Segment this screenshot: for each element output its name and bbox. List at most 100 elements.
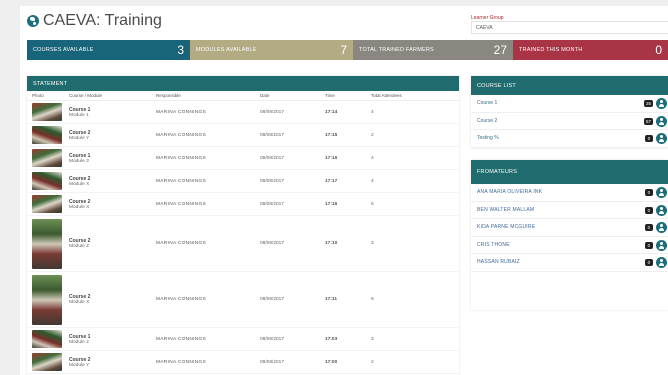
training-photo[interactable] <box>32 353 62 371</box>
user-icon[interactable] <box>656 239 667 251</box>
user-icon[interactable] <box>656 187 667 198</box>
count-badge: 0 <box>645 189 653 196</box>
table-row[interactable]: Course 2 Module X MARINA CONNINGS 08/08/2… <box>27 170 459 193</box>
table-row[interactable]: Course 2 Module Z MARINA CONNINGS 08/08/2… <box>27 216 459 272</box>
trainer-item[interactable]: HASSAN RUBAIZ 0 <box>471 254 668 272</box>
table-row[interactable]: Course 2 Module X MARINA CONNINGS 08/08/2… <box>27 272 459 328</box>
user-icon[interactable] <box>656 115 667 127</box>
stat-value: 27 <box>493 43 507 57</box>
training-photo[interactable] <box>32 103 62 121</box>
table-row[interactable]: Course 2 Module Y MARINA CONNINGS 08/08/2… <box>27 351 459 374</box>
stat-value: 7 <box>340 43 347 57</box>
session-date: 08/08/2017 <box>260 359 285 365</box>
session-date: 08/08/2017 <box>260 336 285 342</box>
course-list-label[interactable]: Course 2 <box>477 118 497 124</box>
session-time: 17:14 <box>325 109 338 115</box>
course-list-item[interactable]: Testing % 0 <box>471 130 668 148</box>
module-name: Module 3 <box>69 158 89 164</box>
responsible-name: MARINA CONNINGS <box>156 359 207 365</box>
module-name: Module Y <box>69 362 90 368</box>
session-date: 08/08/2017 <box>260 297 285 302</box>
session-time: 17:16 <box>325 155 338 161</box>
learner-group-select[interactable]: CAEVA <box>471 21 668 34</box>
table-row[interactable]: Course 2 Module Y MARINA CONNINGS 08/08/2… <box>27 124 459 147</box>
col-photo: Photo <box>32 93 44 98</box>
module-name: Module 1 <box>69 112 89 118</box>
course-list-label[interactable]: Course 1 <box>477 100 497 106</box>
stat-value: 0 <box>655 43 662 57</box>
training-photo[interactable] <box>32 126 62 144</box>
module-name: Module X <box>69 181 90 187</box>
table-row[interactable]: Course 1 Module 3 MARINA CONNINGS 08/08/2… <box>27 147 459 170</box>
col-responsible[interactable]: Responsible <box>156 93 260 98</box>
attendee-count: 2 <box>371 132 374 138</box>
training-photo[interactable] <box>32 149 62 167</box>
trainers-title: FROMATEURS <box>471 160 668 184</box>
trainer-name[interactable]: KIDA PARNE MCGUIRE <box>477 224 535 230</box>
course-list-panel: COURSE LIST Course 1 26 Course 2 57 Test… <box>471 76 668 148</box>
trainer-name[interactable]: HASSAN RUBAIZ <box>477 259 520 265</box>
stat-trained-this-month: TRAINED THIS MONTH 0 <box>513 40 668 60</box>
col-time[interactable]: Time <box>325 93 371 98</box>
trainer-item[interactable]: KIDA PARNE MCGUIRE 0 <box>471 219 668 237</box>
course-list-item[interactable]: Course 1 26 <box>471 95 668 113</box>
session-date: 08/08/2017 <box>260 155 285 161</box>
trainer-name[interactable]: CRIS THONE <box>477 242 510 248</box>
user-icon[interactable] <box>656 98 667 109</box>
stat-modules-available: MODULES AVAILABLE 7 <box>190 40 353 60</box>
attendee-count: 4 <box>371 155 374 161</box>
module-name: Module Y <box>69 135 90 141</box>
course-list-label[interactable]: Testing % <box>477 135 499 141</box>
stats-bar: COURSES AVAILABLE 3 MODULES AVAILABLE 7 … <box>27 40 668 60</box>
session-date: 08/08/2017 <box>260 178 285 184</box>
trainer-item[interactable]: ANA MARIA OLIVEIRA INK 0 <box>471 184 668 202</box>
session-date: 08/08/2017 <box>260 132 285 138</box>
user-icon[interactable] <box>656 222 667 233</box>
trainer-item[interactable]: CRIS THONE 0 <box>471 237 668 254</box>
course-list-item[interactable]: Course 2 57 <box>471 113 668 130</box>
col-total-attendees[interactable]: Total Attendees <box>371 93 431 98</box>
count-badge: 0 <box>645 224 653 231</box>
training-photo[interactable] <box>32 330 62 348</box>
user-icon[interactable] <box>656 257 667 268</box>
trainers-panel: FROMATEURS ANA MARIA OLIVEIRA INK 0 BEN … <box>471 160 668 310</box>
globe-icon <box>27 15 39 27</box>
table-row[interactable]: Course 1 Module 1 MARINA CONNINGS 08/08/2… <box>27 101 459 124</box>
module-name: Module X <box>69 300 90 305</box>
stat-label: COURSES AVAILABLE <box>33 47 94 53</box>
training-photo[interactable] <box>32 172 62 190</box>
count-badge: 0 <box>645 259 653 266</box>
count-badge: 0 <box>645 241 653 249</box>
statement-panel: STATEMENT Photo Course / Module Responsi… <box>27 76 459 375</box>
stat-value: 3 <box>177 43 184 57</box>
stat-label: MODULES AVAILABLE <box>196 47 257 53</box>
module-name: Module 2 <box>69 339 89 345</box>
table-row[interactable]: Course 1 Module 2 MARINA CONNINGS 08/08/2… <box>27 328 459 351</box>
responsible-name: MARINA CONNINGS <box>156 178 207 184</box>
trainer-name[interactable]: BEN WALTER MALLAM <box>477 207 534 213</box>
session-time: 17:03 <box>325 336 338 342</box>
session-time: 17:11 <box>325 297 338 302</box>
user-icon[interactable] <box>656 204 667 216</box>
user-icon[interactable] <box>656 133 667 144</box>
trainer-item[interactable]: BEN WALTER MALLAM 0 <box>471 202 668 219</box>
attendee-count: 3 <box>371 241 374 246</box>
trainer-name[interactable]: ANA MARIA OLIVEIRA INK <box>477 189 542 195</box>
responsible-name: MARINA CONNINGS <box>156 241 207 246</box>
responsible-name: MARINA CONNINGS <box>156 297 207 302</box>
table-row[interactable]: Course 2 Module X MARINA CONNINGS 08/08/2… <box>27 193 459 216</box>
session-date: 08/08/2017 <box>260 201 285 207</box>
session-date: 08/08/2017 <box>260 109 285 115</box>
training-photo[interactable] <box>32 218 62 269</box>
statement-title: STATEMENT <box>27 76 459 91</box>
count-badge: 57 <box>643 117 653 125</box>
session-time: 17:10 <box>325 241 338 246</box>
col-course-module[interactable]: Course / Module <box>69 93 156 98</box>
page-header: CAEVA: Training <box>27 12 162 30</box>
training-photo[interactable] <box>32 274 62 325</box>
col-date[interactable]: Date <box>260 93 325 98</box>
session-date: 08/08/2017 <box>260 241 285 246</box>
attendee-count: 3 <box>371 336 374 342</box>
training-photo[interactable] <box>32 195 62 213</box>
responsible-name: MARINA CONNINGS <box>156 201 207 207</box>
